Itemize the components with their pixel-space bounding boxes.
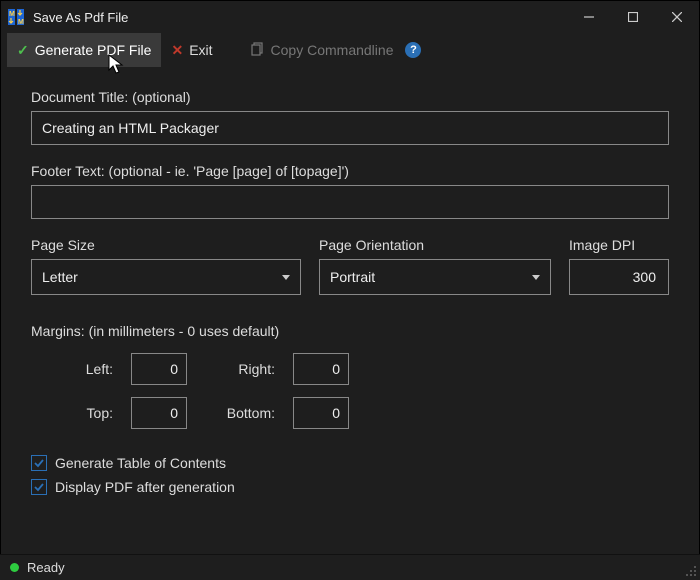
generate-pdf-button[interactable]: ✓ Generate PDF File [7,33,161,67]
display-after-checkbox-row[interactable]: Display PDF after generation [31,479,669,495]
footer-text-input[interactable] [31,185,669,219]
toc-checkbox[interactable] [31,455,47,471]
toolbar: ✓ Generate PDF File ✕ Exit Copy Commandl… [1,33,699,67]
minimize-button[interactable] [567,1,611,33]
margin-left-label: Left: [53,361,113,377]
exit-button[interactable]: ✕ Exit [161,33,222,67]
app-icon: M M [7,8,25,26]
check-icon: ✓ [17,42,29,59]
page-orientation-label: Page Orientation [319,237,551,253]
status-indicator-icon [10,563,19,572]
footer-text-label: Footer Text: (optional - ie. 'Page [page… [31,163,669,179]
margin-top-input[interactable] [131,397,187,429]
generate-pdf-label: Generate PDF File [35,42,152,58]
page-size-value: Letter [42,269,78,285]
help-icon[interactable]: ? [405,42,421,58]
maximize-button[interactable] [611,1,655,33]
margin-bottom-label: Bottom: [205,405,275,421]
page-orientation-value: Portrait [330,269,375,285]
display-after-checkbox-label: Display PDF after generation [55,479,235,495]
status-text: Ready [27,560,65,575]
toc-checkbox-row[interactable]: Generate Table of Contents [31,455,669,471]
display-after-checkbox[interactable] [31,479,47,495]
margin-bottom-input[interactable] [293,397,349,429]
chevron-down-icon [532,275,540,280]
page-size-label: Page Size [31,237,301,253]
resize-grip-icon[interactable] [685,565,697,577]
title-bar: M M Save As Pdf File [1,1,699,33]
copy-icon [251,42,265,59]
toc-checkbox-label: Generate Table of Contents [55,455,226,471]
status-bar: Ready [0,554,700,580]
margin-right-input[interactable] [293,353,349,385]
svg-text:M: M [9,11,15,18]
margin-right-label: Right: [205,361,275,377]
chevron-down-icon [282,275,290,280]
document-title-input[interactable] [31,111,669,145]
window-title: Save As Pdf File [33,10,128,25]
page-size-select[interactable]: Letter [31,259,301,295]
page-orientation-select[interactable]: Portrait [319,259,551,295]
image-dpi-label: Image DPI [569,237,669,253]
image-dpi-input[interactable] [569,259,669,295]
margin-left-input[interactable] [131,353,187,385]
margins-label: Margins: (in millimeters - 0 uses defaul… [31,323,669,339]
close-button[interactable] [655,1,699,33]
copy-commandline-label: Copy Commandline [271,42,394,58]
close-icon: ✕ [171,42,183,59]
document-title-label: Document Title: (optional) [31,89,669,105]
exit-label: Exit [189,42,212,58]
margin-top-label: Top: [53,405,113,421]
copy-commandline-button[interactable]: Copy Commandline ? [241,33,432,67]
form-body: Document Title: (optional) Footer Text: … [1,67,699,513]
svg-text:M: M [18,19,24,26]
